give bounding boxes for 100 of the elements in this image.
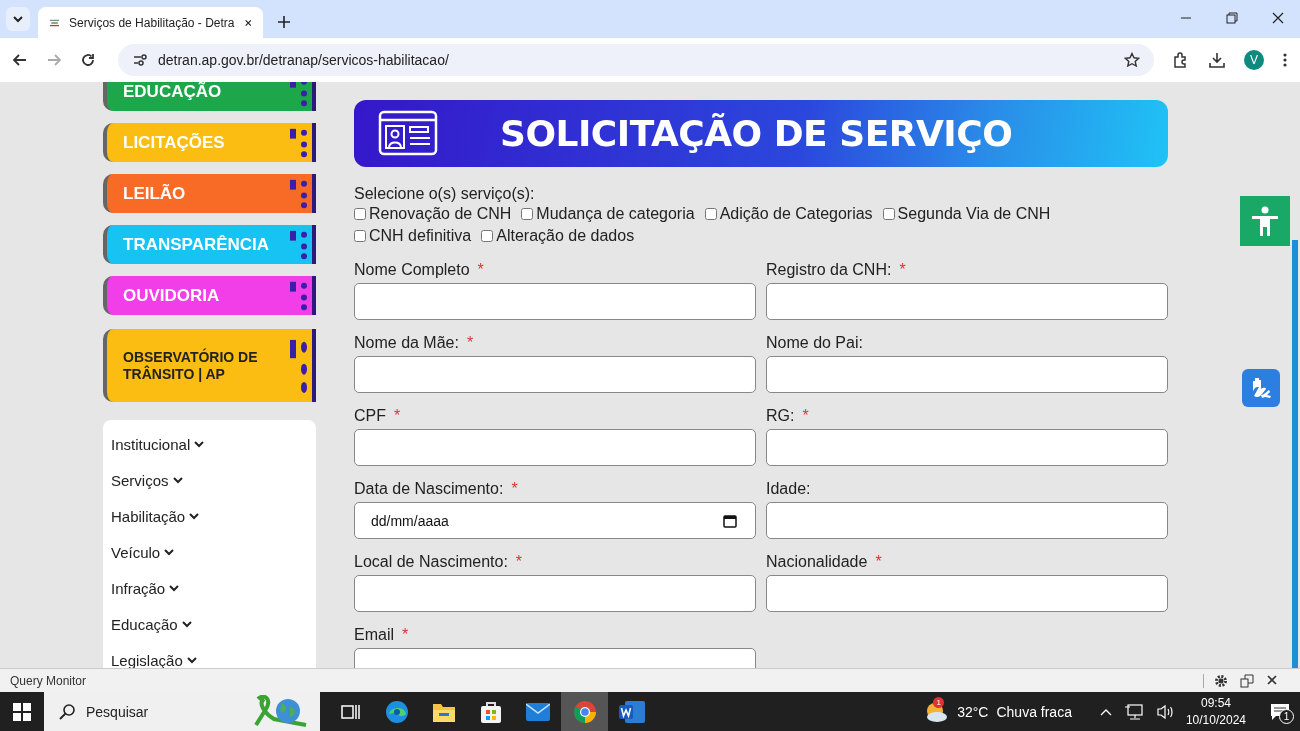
card-label: OUVIDORIA xyxy=(123,285,220,306)
site-icon xyxy=(50,17,60,28)
tab-list-button[interactable] xyxy=(6,7,30,31)
accessibility-icon xyxy=(1250,205,1280,237)
date: 10/10/2024 xyxy=(1185,711,1246,728)
close-icon[interactable] xyxy=(1266,673,1278,686)
download-icon[interactable] xyxy=(1208,51,1226,69)
banner-title: SOLICITAÇÃO DE SERVIÇO xyxy=(500,113,1013,154)
notifications-button[interactable]: 1 xyxy=(1270,702,1290,721)
field-label: Registro da CNH: xyxy=(766,261,892,280)
site-settings-icon[interactable] xyxy=(132,52,148,68)
field-label: Email xyxy=(354,626,394,645)
settings-icon[interactable] xyxy=(1214,673,1228,688)
input-field[interactable] xyxy=(766,356,1168,393)
chevron-down-icon xyxy=(186,656,197,664)
service-checkbox[interactable] xyxy=(882,208,895,220)
input-field[interactable] xyxy=(354,283,756,320)
close-icon[interactable] xyxy=(244,17,251,28)
date-field[interactable]: dd/mm/aaaa xyxy=(354,502,756,539)
service-checkbox[interactable] xyxy=(354,208,366,220)
dock-icon[interactable] xyxy=(1240,673,1254,688)
shopping-bag-icon xyxy=(479,699,502,724)
menu-item[interactable]: Habilitação xyxy=(111,498,308,534)
date-placeholder: dd/mm/aaaa xyxy=(371,512,449,529)
back-icon[interactable] xyxy=(12,52,28,68)
chevron-down-icon xyxy=(12,13,24,25)
required-asterisk: * xyxy=(402,626,409,645)
calendar-icon[interactable] xyxy=(723,513,737,528)
windows-icon xyxy=(13,702,31,721)
document-w-icon xyxy=(618,700,645,723)
new-tab-icon[interactable] xyxy=(277,15,291,29)
service-option[interactable]: CNH definitiva xyxy=(354,227,472,245)
chevron-down-icon xyxy=(189,512,200,520)
menu-item[interactable]: Infração xyxy=(111,570,308,606)
required-asterisk: * xyxy=(875,553,882,572)
service-option[interactable]: Alteração de dados xyxy=(481,227,635,245)
menu-item[interactable]: Serviços xyxy=(111,462,308,498)
address-field[interactable]: detran.ap.gov.br/detranap/servicos-habilitacao/ xyxy=(118,44,1154,76)
tab-title: Serviços de Habilitação - Detra xyxy=(69,15,235,30)
menu-card[interactable]: OBSERVATÓRIO DE TRÂNSITO | AP xyxy=(103,329,316,402)
weather-badge: 1 xyxy=(933,696,945,708)
card-label: EDUCAÇÃO xyxy=(123,82,222,102)
service-checkbox[interactable] xyxy=(521,208,534,220)
services-label: Selecione o(s) serviço(s): xyxy=(354,185,536,203)
menu-item[interactable]: Legislação xyxy=(111,642,308,668)
input-field[interactable] xyxy=(766,502,1168,539)
network-icon[interactable] xyxy=(1123,703,1144,720)
card-label: OBSERVATÓRIO DE TRÂNSITO | AP xyxy=(123,348,259,383)
card-label: TRANSPARÊNCIA xyxy=(123,234,270,255)
input-field[interactable] xyxy=(766,429,1168,466)
id-card-icon xyxy=(378,109,438,158)
weather-condition: Chuva fraca xyxy=(996,703,1072,720)
accessibility-button[interactable] xyxy=(1240,196,1290,246)
reload-icon[interactable] xyxy=(80,52,96,68)
temperature: 32°C xyxy=(957,703,989,720)
field-label: Idade: xyxy=(766,480,811,499)
clock[interactable]: 09:54 10/10/2024 xyxy=(1185,695,1246,728)
required-asterisk: * xyxy=(394,407,401,426)
sign-language-button[interactable] xyxy=(1242,369,1280,407)
url-text: detran.ap.gov.br/detranap/servicos-habilitacao/ xyxy=(158,52,450,68)
required-asterisk: * xyxy=(466,334,474,353)
input-field[interactable] xyxy=(354,575,756,612)
menu-item[interactable]: Veículo xyxy=(111,534,308,570)
search-placeholder: Pesquisar xyxy=(86,703,150,720)
speaker-icon[interactable] xyxy=(1155,703,1174,720)
service-option[interactable]: Segunda Via de CNH xyxy=(882,205,1051,223)
browser-tab[interactable]: Serviços de Habilitação - Detra xyxy=(38,7,263,38)
restore-icon[interactable] xyxy=(1226,12,1238,24)
chevron-down-icon xyxy=(172,476,183,484)
menu-icon[interactable] xyxy=(1282,52,1288,68)
menu-item[interactable]: Institucional xyxy=(111,426,308,462)
chevron-up-icon[interactable] xyxy=(1099,707,1112,716)
chevron-down-icon xyxy=(169,584,180,592)
wave-circle-icon xyxy=(384,699,409,724)
service-checkbox[interactable] xyxy=(354,230,366,242)
input-field[interactable] xyxy=(766,283,1168,320)
service-checkbox[interactable] xyxy=(704,208,717,220)
bookmark-star-icon[interactable] xyxy=(1124,52,1140,68)
field-label: CPF xyxy=(354,407,386,426)
menu-item[interactable]: Educação xyxy=(111,606,308,642)
service-option[interactable]: Adição de Categorias xyxy=(704,205,873,223)
chrome-icon xyxy=(572,699,597,724)
field-label: RG: xyxy=(766,407,795,426)
required-asterisk: * xyxy=(515,553,523,572)
service-option[interactable]: Mudança de categoria xyxy=(521,205,695,223)
close-icon[interactable] xyxy=(1272,12,1284,24)
profile-avatar[interactable]: V xyxy=(1244,50,1264,70)
service-option[interactable]: Renovação de CNH xyxy=(354,205,512,223)
taskbar-search-field[interactable]: Pesquisar xyxy=(44,692,320,731)
card-label: LEILÃO xyxy=(123,183,186,204)
required-asterisk: * xyxy=(899,261,906,280)
envelope-icon xyxy=(525,702,550,721)
input-field[interactable] xyxy=(766,575,1168,612)
service-checkbox[interactable] xyxy=(481,230,494,242)
field-label: Nome Completo xyxy=(354,261,470,280)
input-field[interactable] xyxy=(354,356,756,393)
field-label: Nacionalidade xyxy=(766,553,868,572)
input-field[interactable] xyxy=(354,429,756,466)
required-asterisk: * xyxy=(477,261,484,280)
time: 09:54 xyxy=(1200,695,1231,712)
